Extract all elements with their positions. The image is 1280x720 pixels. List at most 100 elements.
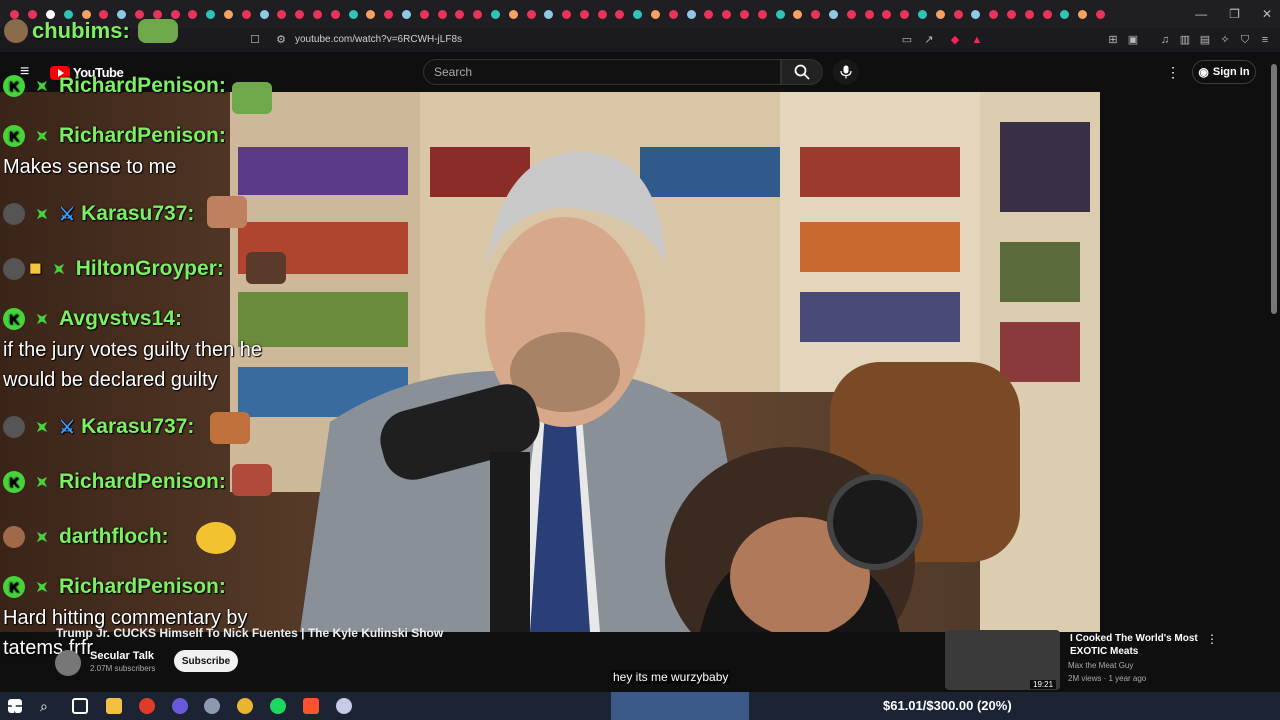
browser-tab[interactable] <box>860 0 878 28</box>
more-options-icon[interactable]: ⋮ <box>1166 64 1180 81</box>
browser-tab[interactable] <box>451 0 469 28</box>
browser-tab[interactable] <box>807 0 825 28</box>
browser-tab[interactable] <box>255 0 273 28</box>
browser-tab[interactable] <box>664 0 682 28</box>
vpn-icon[interactable]: ⛉ <box>1238 33 1252 47</box>
app-icon[interactable] <box>204 698 220 714</box>
browser-tab[interactable] <box>558 0 576 28</box>
search-button[interactable] <box>781 59 823 85</box>
more-options-icon[interactable]: ⋮ <box>1206 632 1218 646</box>
browser-tab[interactable] <box>753 0 771 28</box>
browser-tab[interactable] <box>220 0 238 28</box>
browser-tab[interactable] <box>896 0 914 28</box>
taskbar-active-window[interactable] <box>611 692 749 720</box>
browser-tab[interactable] <box>202 0 220 28</box>
brave-shield-icon[interactable]: ◆ <box>948 33 962 47</box>
browser-tab[interactable] <box>398 0 416 28</box>
music-icon[interactable]: ♫ <box>1158 33 1172 47</box>
discord-icon[interactable] <box>172 698 188 714</box>
browser-tab[interactable] <box>931 0 949 28</box>
browser-tab[interactable] <box>771 0 789 28</box>
browser-tab[interactable] <box>736 0 754 28</box>
browser-tab[interactable] <box>629 0 647 28</box>
site-settings-icon[interactable]: ⚙ <box>274 33 288 47</box>
browser-tab[interactable] <box>825 0 843 28</box>
browser-tab[interactable] <box>914 0 932 28</box>
tab-favicon-icon <box>1007 9 1017 19</box>
leo-icon[interactable]: ✧ <box>1218 33 1232 47</box>
browser-tab[interactable] <box>718 0 736 28</box>
extensions-icon[interactable]: ⊞ <box>1106 33 1120 47</box>
browser-tab[interactable] <box>949 0 967 28</box>
app-icon[interactable] <box>336 698 352 714</box>
browser-tab[interactable] <box>344 0 362 28</box>
browser-tab[interactable] <box>1020 0 1038 28</box>
obs-icon[interactable] <box>139 698 155 714</box>
brave-icon[interactable] <box>303 698 319 714</box>
search-input[interactable]: Search <box>423 59 781 85</box>
chat-username: HiltonGroyper: <box>75 257 224 280</box>
browser-tab[interactable] <box>469 0 487 28</box>
browser-tab[interactable] <box>540 0 558 28</box>
browser-tab[interactable] <box>184 0 202 28</box>
browser-tab[interactable] <box>362 0 380 28</box>
browser-tab[interactable] <box>985 0 1003 28</box>
browser-tab[interactable] <box>487 0 505 28</box>
scrollbar-thumb[interactable] <box>1271 64 1277 314</box>
tab-favicon-icon <box>455 9 465 19</box>
browser-tab[interactable] <box>1003 0 1021 28</box>
sign-in-button[interactable]: ◉ Sign In <box>1192 60 1256 84</box>
browser-tab[interactable] <box>504 0 522 28</box>
browser-tab[interactable] <box>593 0 611 28</box>
voice-search-button[interactable] <box>833 59 859 85</box>
sidebar-icon[interactable]: ▥ <box>1178 33 1192 47</box>
channel-avatar[interactable] <box>55 650 81 676</box>
recommended-channel[interactable]: Max the Meat Guy <box>1068 661 1133 670</box>
spotify-icon[interactable] <box>270 698 286 714</box>
page-scrollbar[interactable] <box>1268 52 1280 692</box>
chat-username: Karasu737: <box>81 202 195 225</box>
share-icon[interactable]: ↗ <box>922 33 936 47</box>
channel-name[interactable]: Secular Talk <box>90 650 154 662</box>
browser-tab[interactable] <box>576 0 594 28</box>
pip-icon[interactable]: ▣ <box>1126 33 1140 47</box>
browser-tab[interactable] <box>967 0 985 28</box>
browser-tab[interactable] <box>878 0 896 28</box>
url-text[interactable]: youtube.com/watch?v=6RCWH-jLF8s <box>295 34 462 45</box>
wallet-icon[interactable]: ▤ <box>1198 33 1212 47</box>
chrome-icon[interactable] <box>237 698 253 714</box>
bookmark-icon[interactable]: ☐ <box>248 33 262 47</box>
subscribe-button[interactable]: Subscribe <box>174 650 238 672</box>
search-icon[interactable]: ⌕ <box>40 698 56 714</box>
menu-icon[interactable]: ≡ <box>1258 33 1272 47</box>
browser-tab[interactable] <box>789 0 807 28</box>
browser-tab[interactable] <box>273 0 291 28</box>
browser-tab[interactable] <box>380 0 398 28</box>
browser-tab[interactable] <box>611 0 629 28</box>
browser-tab[interactable] <box>1092 0 1110 28</box>
close-window-icon[interactable]: ✕ <box>1262 7 1272 21</box>
rewards-icon[interactable]: ▲ <box>970 33 984 47</box>
browser-tab[interactable] <box>700 0 718 28</box>
task-view-icon[interactable] <box>72 698 88 714</box>
browser-tab[interactable] <box>309 0 327 28</box>
browser-tab[interactable] <box>433 0 451 28</box>
minimize-icon[interactable]: — <box>1195 7 1207 21</box>
tab-favicon-icon <box>740 9 750 19</box>
maximize-icon[interactable]: ❐ <box>1229 7 1240 21</box>
chat-username: Karasu737: <box>81 415 195 438</box>
browser-tab[interactable] <box>1074 0 1092 28</box>
browser-tab[interactable] <box>326 0 344 28</box>
browser-tab[interactable] <box>415 0 433 28</box>
screen-icon[interactable]: ▭ <box>900 33 914 47</box>
browser-tab[interactable] <box>522 0 540 28</box>
browser-tab[interactable] <box>682 0 700 28</box>
browser-tab[interactable] <box>1038 0 1056 28</box>
browser-tab[interactable] <box>291 0 309 28</box>
recommended-title[interactable]: I Cooked The World's Most EXOTIC Meats <box>1070 632 1210 658</box>
browser-tab[interactable] <box>237 0 255 28</box>
browser-tab[interactable] <box>842 0 860 28</box>
browser-tab[interactable] <box>647 0 665 28</box>
browser-tab[interactable] <box>1056 0 1074 28</box>
file-explorer-icon[interactable] <box>106 698 122 714</box>
